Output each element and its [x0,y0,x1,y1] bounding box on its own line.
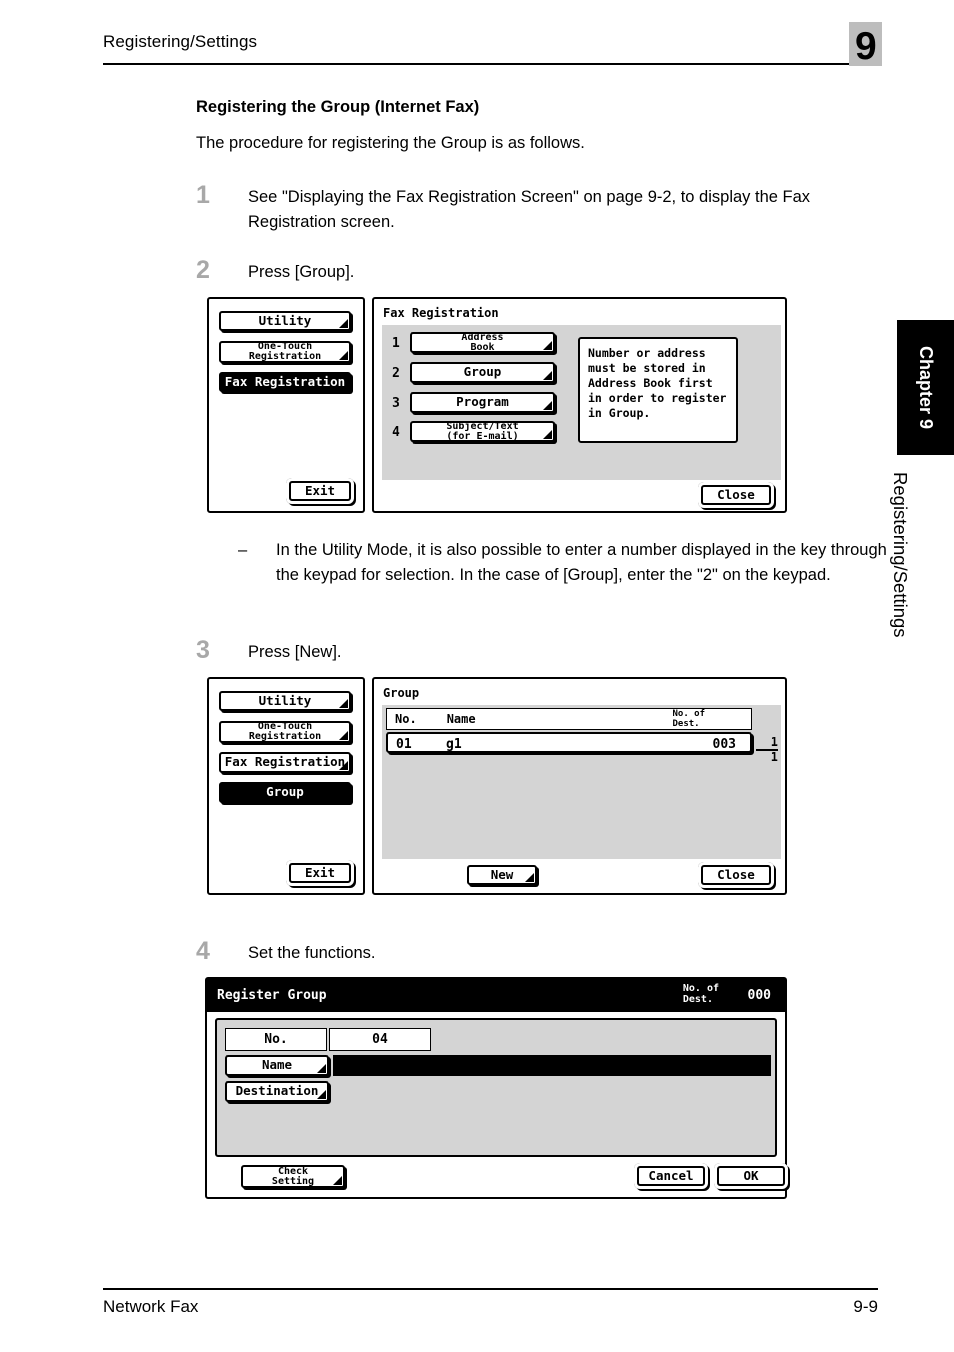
step-2-text: Press [Group]. [248,263,355,281]
field-no-label: No. [225,1028,327,1051]
dialog-message-text: Number or address must be stored in Addr… [578,337,738,443]
group-list-body: No. Name No. of Dest. 01 g1 003 1 1 [382,705,781,859]
dialog-button-subject-text[interactable]: Subject/Text (for E-mail) [410,421,555,442]
page-header: Registering/Settings [103,32,878,66]
register-group-body: No. 04 Name Destination [215,1018,777,1157]
field-destination-button[interactable]: Destination [225,1081,329,1102]
intro-paragraph: The procedure for registering the Group … [196,134,585,152]
step-1-number: 1 [196,181,210,209]
exit-button-step2[interactable]: Exit [286,478,354,504]
register-group-titlebar: Register Group No. of Dest. 000 [207,979,785,1012]
utility-menu-panel-step3: Utility One-Touch Registration Fax Regis… [207,677,365,895]
footer-page-number: 9-9 [853,1297,878,1316]
dest-count-value: 000 [747,988,771,1003]
table-row[interactable]: 01 g1 003 [386,732,752,753]
chapter-side-tab-label: Chapter 9 [916,345,936,430]
footer-document-title: Network Fax [103,1297,199,1316]
step-3-text: Press [New]. [248,643,342,661]
menu-button-one-touch-registration[interactable]: One-Touch Registration [219,341,351,363]
item-number-4: 4 [392,425,400,440]
column-header-dest: No. of Dest. [672,709,705,729]
menu-button-one-touch-registration-step3[interactable]: One-Touch Registration [219,721,351,743]
cell-dest: 003 [712,737,736,752]
menu-button-fax-registration[interactable]: Fax Registration [219,372,351,392]
register-group-title: Register Group [217,988,327,1003]
menu-button-utility-step3[interactable]: Utility [219,691,351,711]
new-button[interactable]: New [467,865,537,885]
screenshot-step-4: Register Group No. of Dest. 000 No. 04 N… [205,977,788,1199]
step-4-number: 4 [196,937,210,965]
menu-button-group-step3[interactable]: Group [219,782,351,803]
menu-button-fax-registration-step3[interactable]: Fax Registration [219,752,351,773]
field-no-value: 04 [329,1028,431,1051]
item-number-1: 1 [392,336,400,351]
cell-name: g1 [446,737,462,752]
dialog-button-group[interactable]: Group [410,362,555,383]
dialog-title-group: Group [383,686,420,700]
dialog-title-fax-registration: Fax Registration [383,306,499,320]
field-name-value[interactable] [333,1055,771,1076]
ok-button[interactable]: OK [714,1163,788,1189]
column-header-no: No. [395,712,417,726]
step-4-text: Set the functions. [248,944,376,962]
dialog-button-program[interactable]: Program [410,392,555,413]
group-list-dialog: Group No. Name No. of Dest. 01 g1 003 1 … [372,677,787,895]
screenshot-step-3: Utility One-Touch Registration Fax Regis… [207,677,787,895]
dialog-button-address-book[interactable]: Address Book [410,332,555,353]
fax-registration-dialog: Fax Registration 1 Address Book 2 Group … [372,297,787,513]
field-name-button[interactable]: Name [225,1055,329,1076]
chapter-number: 9 [855,25,877,68]
page-total: 1 [770,750,778,764]
note-text: In the Utility Mode, it is also possible… [276,541,887,584]
dest-count-label: No. of Dest. [682,983,719,1005]
section-side-label: Registering/Settings [890,472,911,638]
page-current: 1 [756,735,778,751]
note-dash: – [238,541,248,559]
header-divider [103,63,878,65]
step-2-number: 2 [196,256,210,284]
step-3-number: 3 [196,636,210,664]
column-header-name: Name [446,712,476,726]
page-title: Registering the Group (Internet Fax) [196,98,480,116]
item-number-2: 2 [392,366,400,381]
check-setting-button[interactable]: Check Setting [241,1165,345,1188]
item-number-3: 3 [392,396,400,411]
utility-menu-panel-step2: Utility One-Touch Registration Fax Regis… [207,297,365,513]
header-title: Registering/Settings [103,32,258,51]
close-button-step3[interactable]: Close [698,862,774,888]
exit-button-step3[interactable]: Exit [286,860,354,886]
cancel-button[interactable]: Cancel [634,1163,708,1189]
step-1-text: See "Displaying the Fax Registration Scr… [248,188,811,231]
cell-no: 01 [396,737,412,752]
menu-button-utility[interactable]: Utility [219,311,351,331]
group-list-header: No. Name No. of Dest. [386,708,752,730]
footer-divider [103,1288,878,1290]
close-button-step2[interactable]: Close [698,482,774,508]
screenshot-step-2: Utility One-Touch Registration Fax Regis… [207,297,787,513]
dialog-body-step2: 1 Address Book 2 Group 3 Program 4 Subje… [382,325,781,480]
